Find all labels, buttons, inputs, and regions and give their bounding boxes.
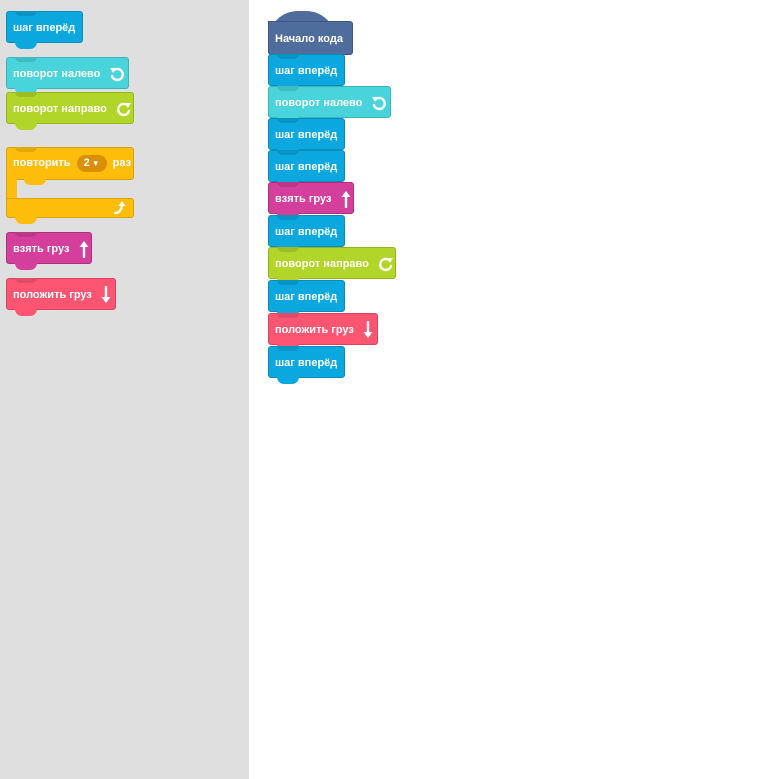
arrow-down-icon (101, 279, 111, 311)
program-block-take-cargo[interactable]: взять груз (268, 182, 354, 220)
block-label: шаг вперёд (275, 129, 338, 141)
repeat-suffix: раз (112, 157, 132, 169)
repeat-count-dropdown[interactable]: 2 ▼ (76, 154, 107, 172)
toolbox-block-turn-left[interactable]: поворот налево (6, 57, 129, 95)
block-toolbox: шаг вперёд поворот налево поворот направ… (0, 0, 249, 779)
program-block-move-forward[interactable]: шаг вперёд (268, 280, 345, 318)
repeat-footer (6, 198, 134, 224)
program-block-turn-right[interactable]: поворот направо (268, 247, 396, 285)
block-label: шаг вперёд (275, 161, 338, 173)
program-block-put-cargo[interactable]: положить груз (268, 313, 378, 351)
rotate-left-icon (371, 87, 387, 119)
code-workspace[interactable]: Начало кода шаг вперёд поворот налево ша… (249, 0, 757, 779)
block-label: поворот налево (13, 68, 101, 80)
block-label: шаг вперёд (275, 357, 338, 369)
toolbox-block-turn-right[interactable]: поворот направо (6, 92, 134, 130)
program-block-move-forward[interactable]: шаг вперёд (268, 118, 345, 156)
toolbox-block-put-cargo[interactable]: положить груз (6, 278, 116, 316)
start-block-label: Начало кода (275, 33, 343, 45)
block-label: взять груз (275, 193, 332, 205)
block-label: поворот налево (275, 97, 363, 109)
program-block-move-forward[interactable]: шаг вперёд (268, 346, 345, 384)
arrow-up-icon (341, 183, 351, 215)
loop-arrow-icon (113, 200, 127, 221)
repeat-count-value: 2 (83, 156, 90, 169)
toolbox-block-take-cargo[interactable]: взять груз (6, 232, 92, 270)
repeat-header[interactable]: повторить 2 ▼ раз (6, 147, 134, 180)
repeat-prefix: повторить (13, 157, 71, 169)
program-block-turn-left[interactable]: поворот налево (268, 86, 391, 124)
block-label: шаг вперёд (13, 22, 76, 34)
block-label: взять груз (13, 243, 70, 255)
rotate-right-icon (378, 248, 394, 280)
arrow-down-icon (363, 314, 373, 346)
block-label: положить груз (275, 324, 354, 336)
rotate-right-icon (116, 93, 132, 125)
program-block-move-forward[interactable]: шаг вперёд (268, 54, 345, 92)
block-label: шаг вперёд (275, 226, 338, 238)
block-label: положить груз (13, 289, 92, 301)
arrow-up-icon (79, 233, 89, 265)
start-block-body: Начало кода (268, 21, 353, 61)
program-block-move-forward[interactable]: шаг вперёд (268, 150, 345, 188)
repeat-inner-tab (24, 179, 46, 185)
caret-down-icon: ▼ (91, 158, 100, 168)
program-block-move-forward[interactable]: шаг вперёд (268, 215, 345, 253)
toolbox-block-move-forward[interactable]: шаг вперёд (6, 11, 83, 49)
block-label: шаг вперёд (275, 65, 338, 77)
rotate-left-icon (109, 58, 125, 90)
block-label: поворот направо (275, 258, 369, 270)
block-label: шаг вперёд (275, 291, 338, 303)
repeat-arm (6, 179, 17, 199)
block-label: поворот направо (13, 103, 107, 115)
